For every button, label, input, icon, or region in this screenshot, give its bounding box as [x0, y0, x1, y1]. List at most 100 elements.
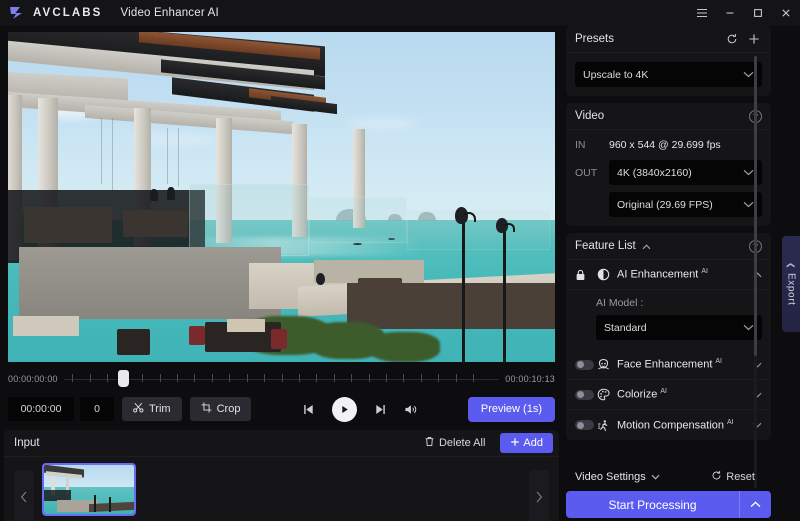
close-icon[interactable]	[772, 0, 800, 26]
crop-button[interactable]: Crop	[189, 397, 252, 421]
ai-superscript: AI	[660, 388, 667, 396]
add-file-button[interactable]: Add	[500, 433, 553, 453]
chevron-up-icon[interactable]	[642, 237, 651, 255]
presets-header: Presets	[566, 26, 771, 53]
refresh-icon	[711, 470, 722, 484]
chevron-down-icon	[743, 167, 754, 179]
start-options-caret[interactable]	[739, 491, 771, 518]
feature-row-ai-enhancement[interactable]: AI Enhancement AI	[566, 260, 771, 290]
playback-buttons	[302, 396, 418, 422]
start-processing-button[interactable]: Start Processing	[566, 491, 771, 518]
preview-button[interactable]: Preview (1s)	[467, 396, 555, 422]
plus-icon	[510, 437, 520, 450]
frame-number-field[interactable]: 0	[80, 397, 114, 421]
video-in-value: 960 x 544 @ 29.699 fps	[609, 139, 721, 151]
toggle-colorize[interactable]	[575, 389, 594, 400]
input-panel-header: Input Delete All Add	[4, 430, 559, 457]
preview-column: 00:00:00:00 00:00:10:13 00:00:00 0 Trim …	[0, 26, 563, 521]
plus-icon[interactable]	[745, 31, 762, 48]
delete-all-button[interactable]: Delete All	[417, 433, 492, 453]
feature-label-face-enhancement: Face Enhancement AI	[617, 358, 723, 371]
play-button[interactable]	[331, 396, 357, 422]
output-framerate-select[interactable]: Original (29.69 FPS)	[609, 192, 762, 217]
output-framerate-value: Original (29.69 FPS)	[617, 198, 713, 211]
skip-previous-icon[interactable]	[302, 403, 315, 416]
ai-model-label: AI Model :	[596, 297, 644, 309]
clip-strip: original sea.mp4	[4, 457, 559, 521]
video-out-label: OUT	[575, 166, 598, 179]
toggle-face-enhancement[interactable]	[575, 359, 594, 370]
preset-select[interactable]: Upscale to 4K	[575, 62, 762, 87]
timeline-playhead[interactable]	[117, 370, 129, 387]
video-preview-stage[interactable]	[8, 32, 555, 362]
list-item[interactable]: original sea.mp4	[42, 463, 136, 521]
export-tab-label: Export	[785, 273, 797, 306]
video-body: IN 960 x 544 @ 29.699 fps OUT 4K (3840x2…	[566, 130, 771, 226]
feature-list-card: Feature List ?	[566, 233, 771, 440]
volume-icon[interactable]	[404, 403, 418, 416]
video-settings-label: Video Settings	[575, 471, 646, 483]
transport-controls: 00:00:00 0 Trim Crop Preview (1s)	[8, 392, 555, 426]
avclabs-logo-icon	[8, 5, 26, 21]
feature-label-colorize: Colorize AI	[617, 388, 667, 401]
video-settings-button[interactable]: Video Settings	[575, 471, 660, 483]
skip-next-icon[interactable]	[374, 403, 387, 416]
feature-list-header[interactable]: Feature List ?	[566, 233, 771, 260]
ai-model-select[interactable]: Standard	[596, 315, 762, 340]
reset-label: Reset	[726, 471, 755, 483]
settings-scrollbar[interactable]	[754, 56, 757, 488]
ai-superscript: AI	[727, 418, 734, 426]
ai-model-value: Standard	[604, 321, 647, 334]
preset-selected-value: Upscale to 4K	[583, 68, 649, 81]
timeline-ruler[interactable]	[63, 368, 500, 390]
delete-all-label: Delete All	[438, 437, 486, 449]
timeline-end-timecode: 00:00:10:13	[505, 374, 555, 384]
clip-thumbnail[interactable]	[42, 463, 136, 516]
settings-panel: Presets Upscale to 4K Video IN 960 x 544…	[566, 26, 777, 521]
video-in-row: IN 960 x 544 @ 29.699 fps	[575, 139, 762, 151]
crop-icon	[201, 402, 212, 416]
timeline-bar[interactable]: 00:00:00:00 00:00:10:13	[8, 368, 555, 390]
scrollbar-thumb[interactable]	[754, 56, 757, 356]
presets-card: Presets Upscale to 4K	[566, 26, 771, 96]
input-panel: Input Delete All Add	[4, 430, 559, 521]
application-window: AVCLABS Video Enhancer AI 00:00:00:00 00…	[0, 0, 800, 521]
input-panel-title: Input	[14, 437, 40, 449]
trim-button[interactable]: Trim	[122, 397, 182, 421]
ai-superscript: AI	[715, 358, 723, 366]
trash-icon	[424, 436, 435, 450]
trim-label: Trim	[149, 403, 171, 415]
chevron-down-icon	[743, 199, 754, 211]
reset-button[interactable]: Reset	[704, 467, 762, 487]
video-card: Video ? IN 960 x 544 @ 29.699 fps OUT 4K…	[566, 103, 771, 226]
clip-next-button[interactable]	[529, 470, 549, 521]
minimize-icon[interactable]	[716, 0, 744, 26]
toggle-motion-compensation[interactable]	[575, 420, 594, 430]
chevron-down-icon	[651, 471, 660, 483]
timeline-start-timecode: 00:00:00:00	[8, 374, 58, 384]
video-title: Video	[575, 110, 605, 122]
maximize-icon[interactable]	[744, 0, 772, 26]
output-resolution-value: 4K (3840x2160)	[617, 166, 692, 179]
feature-row-face-enhancement[interactable]: Face Enhancement AI	[566, 350, 771, 380]
output-resolution-select[interactable]: 4K (3840x2160)	[609, 160, 762, 185]
chevron-left-icon: ❮	[786, 262, 796, 270]
video-settings-row: Video Settings Reset	[566, 465, 771, 489]
feature-row-colorize[interactable]: Colorize AI	[566, 380, 771, 410]
video-out-row: OUT 4K (3840x2160)	[575, 160, 762, 185]
title-bar: AVCLABS Video Enhancer AI	[0, 0, 800, 26]
feature-row-motion-compensation[interactable]: Motion Compensation AI	[566, 410, 771, 440]
video-framerate-row: Original (29.69 FPS)	[609, 192, 762, 217]
start-processing-label: Start Processing	[608, 497, 697, 512]
ai-superscript: AI	[701, 268, 708, 276]
app-title: Video Enhancer AI	[120, 7, 219, 19]
contrast-circle-icon	[597, 268, 617, 281]
presets-title: Presets	[575, 33, 614, 45]
refresh-icon[interactable]	[723, 31, 740, 48]
export-tab[interactable]: ❮ Export	[782, 236, 800, 332]
presets-body: Upscale to 4K	[566, 53, 771, 96]
current-time-field[interactable]: 00:00:00	[8, 397, 74, 421]
hamburger-menu-icon[interactable]	[688, 0, 716, 26]
clip-prev-button[interactable]	[14, 470, 34, 521]
feature-label-ai-enhancement: AI Enhancement AI	[617, 268, 708, 281]
